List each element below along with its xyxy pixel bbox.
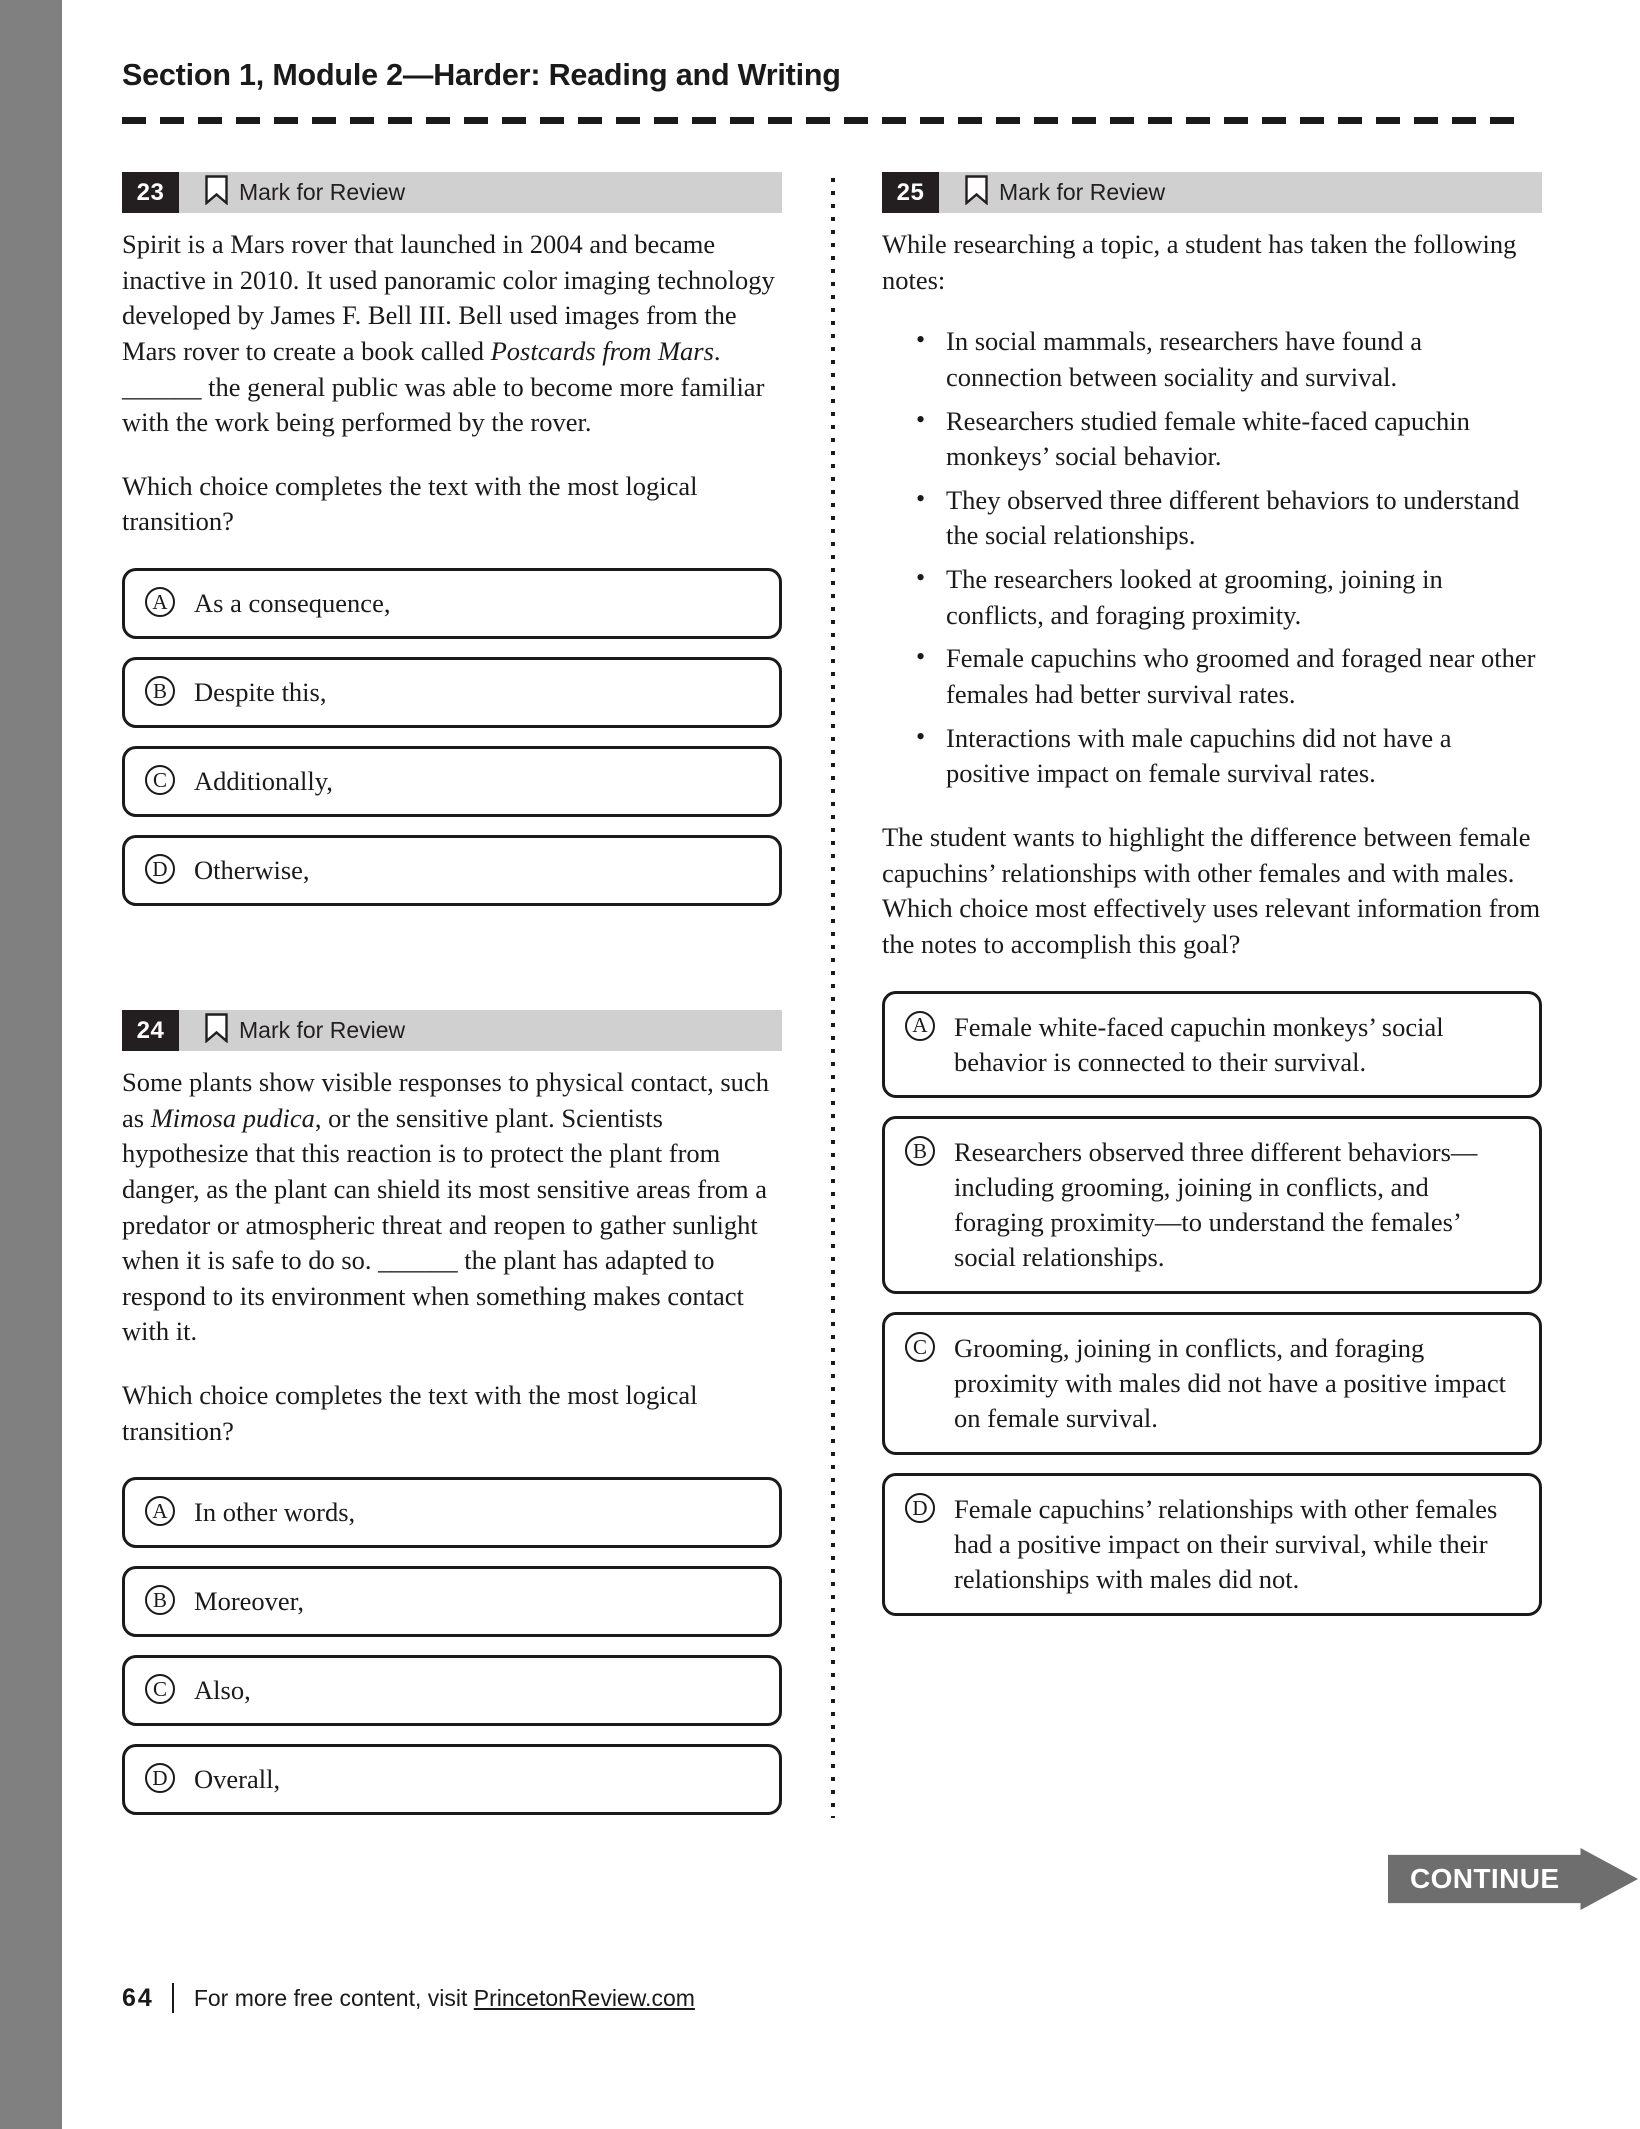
answer-choice-25-c[interactable]: C Grooming, joining in conflicts, and fo… xyxy=(882,1312,1542,1456)
left-column: 23 Mark for Review Spirit is a Mars rove… xyxy=(122,172,782,1833)
right-column: 25 Mark for Review While researching a t… xyxy=(882,172,1542,1833)
question-number-23: 23 xyxy=(122,172,179,213)
continue-arrow-banner: CONTINUE xyxy=(1388,1848,1638,1910)
answer-choice-25-b[interactable]: B Researchers observed three different b… xyxy=(882,1116,1542,1295)
question-number-24: 24 xyxy=(122,1010,179,1051)
page-body: Section 1, Module 2—Harder: Reading and … xyxy=(62,0,1640,2129)
question-prompt-24: Which choice completes the text with the… xyxy=(122,1380,698,1446)
choice-text: In other words, xyxy=(194,1497,356,1528)
choice-text: Also, xyxy=(194,1675,251,1706)
question-block-23: 23 Mark for Review Spirit is a Mars rove… xyxy=(122,172,782,906)
answer-choice-25-d[interactable]: D Female capuchins’ relationships with o… xyxy=(882,1473,1542,1617)
mark-for-review-button-25[interactable]: Mark for Review xyxy=(939,172,1165,213)
bookmark-icon xyxy=(205,175,228,210)
list-item: Interactions with male capuchins did not… xyxy=(916,720,1542,792)
list-item: Researchers studied female white-faced c… xyxy=(916,403,1542,475)
column-divider xyxy=(831,178,835,1818)
choice-text: As a consequence, xyxy=(194,588,391,619)
choice-text: Additionally, xyxy=(194,766,333,797)
page-title: Section 1, Module 2—Harder: Reading and … xyxy=(122,58,841,92)
list-item: Female capuchins who groomed and foraged… xyxy=(916,640,1542,712)
choice-text: Overall, xyxy=(194,1764,281,1795)
page-header: Section 1, Module 2—Harder: Reading and … xyxy=(62,0,1640,124)
mark-for-review-button-24[interactable]: Mark for Review xyxy=(179,1010,405,1051)
answer-choice-24-a[interactable]: A In other words, xyxy=(122,1477,782,1549)
answer-choice-24-d[interactable]: D Overall, xyxy=(122,1744,782,1816)
choice-letter: B xyxy=(145,1585,175,1616)
choice-letter: B xyxy=(145,676,175,707)
choice-letter: D xyxy=(145,854,175,885)
question-block-24: 24 Mark for Review Some plants show visi… xyxy=(122,1010,782,1816)
choice-text: Researchers observed three different beh… xyxy=(954,1137,1478,1273)
answer-choice-23-b[interactable]: B Despite this, xyxy=(122,657,782,729)
list-item: In social mammals, researchers have foun… xyxy=(916,323,1542,395)
student-notes-list: In social mammals, researchers have foun… xyxy=(882,323,1542,792)
bookmark-icon xyxy=(965,175,988,210)
question-prompt-25: The student wants to highlight the diffe… xyxy=(882,821,1541,959)
choice-text: Despite this, xyxy=(194,677,327,708)
question-block-25: 25 Mark for Review While researching a t… xyxy=(882,172,1542,1617)
footer-text-label: For more free content, visit xyxy=(193,1984,474,2011)
choice-letter: D xyxy=(905,1493,935,1524)
choice-text: Moreover, xyxy=(194,1586,305,1617)
column-gap xyxy=(782,172,882,1833)
answer-choices-25: A Female white-faced capuchin monkeys’ s… xyxy=(882,990,1542,1617)
choice-text: Otherwise, xyxy=(194,855,310,886)
mark-for-review-label: Mark for Review xyxy=(239,179,406,205)
choice-letter: C xyxy=(905,1332,935,1363)
choice-letter: C xyxy=(145,765,175,796)
list-item: The researchers looked at grooming, join… xyxy=(916,561,1542,633)
choice-letter: A xyxy=(145,587,175,618)
question-header-23: 23 Mark for Review xyxy=(122,172,782,213)
question-passage-23: Spirit is a Mars rover that launched in … xyxy=(122,229,775,438)
choice-letter: A xyxy=(145,1496,175,1527)
choice-letter: C xyxy=(145,1674,175,1705)
question-number-25: 25 xyxy=(882,172,939,213)
answer-choice-23-d[interactable]: D Otherwise, xyxy=(122,835,782,906)
continue-button[interactable]: CONTINUE xyxy=(1388,1848,1638,1910)
list-item: They observed three different behaviors … xyxy=(916,482,1542,554)
answer-choices-24: A In other words, B Moreover, C Also, D … xyxy=(122,1477,782,1816)
choice-letter: D xyxy=(145,1763,175,1794)
header-dashed-rule xyxy=(122,117,1522,124)
answer-choice-23-a[interactable]: A As a consequence, xyxy=(122,568,782,640)
choice-letter: A xyxy=(905,1010,935,1041)
question-spacer xyxy=(122,924,782,1010)
question-header-24: 24 Mark for Review xyxy=(122,1010,782,1051)
answer-choice-23-c[interactable]: C Additionally, xyxy=(122,746,782,818)
footer-page-number: 64 xyxy=(122,1983,154,2012)
footer-text: For more free content, visit PrincetonRe… xyxy=(174,1985,695,2012)
mark-for-review-label: Mark for Review xyxy=(999,179,1166,205)
question-intro-25: While researching a topic, a student has… xyxy=(882,229,1517,295)
choice-text: Grooming, joining in conflicts, and fora… xyxy=(954,1333,1506,1434)
question-passage-24: Some plants show visible responses to ph… xyxy=(122,1067,769,1347)
page-footer: 64 For more free content, visit Princeto… xyxy=(122,1983,695,2013)
footer-link[interactable]: PrincetonReview.com xyxy=(474,1985,695,2011)
question-header-25: 25 Mark for Review xyxy=(882,172,1542,213)
mark-for-review-label: Mark for Review xyxy=(239,1017,406,1043)
question-prompt-23: Which choice completes the text with the… xyxy=(122,470,698,537)
answer-choice-24-c[interactable]: C Also, xyxy=(122,1655,782,1727)
answer-choices-23: A As a consequence, B Despite this, C Ad… xyxy=(122,568,782,906)
two-column-layout: 23 Mark for Review Spirit is a Mars rove… xyxy=(122,172,1542,1833)
choice-letter: B xyxy=(905,1136,935,1167)
continue-label: CONTINUE xyxy=(1410,1863,1560,1894)
choice-text: Female white-faced capuchin monkeys’ soc… xyxy=(954,1011,1444,1077)
mark-for-review-button-23[interactable]: Mark for Review xyxy=(179,172,405,213)
answer-choice-24-b[interactable]: B Moreover, xyxy=(122,1566,782,1638)
bookmark-icon xyxy=(205,1013,228,1048)
choice-text: Female capuchins’ relationships with oth… xyxy=(954,1494,1498,1595)
answer-choice-25-a[interactable]: A Female white-faced capuchin monkeys’ s… xyxy=(882,990,1542,1099)
page-margin-bar xyxy=(0,0,62,2129)
